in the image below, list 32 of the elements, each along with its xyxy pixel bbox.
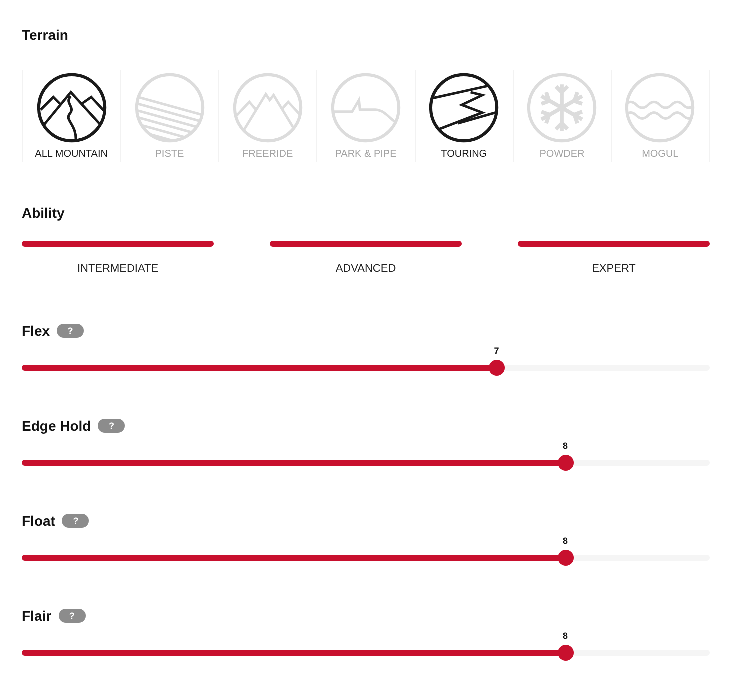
rating-label: Flex: [22, 323, 50, 339]
slider-track[interactable]: [22, 365, 710, 371]
slider-value: 7: [493, 346, 500, 356]
slider-thumb[interactable]: [558, 645, 574, 661]
slider-value: 8: [562, 536, 570, 546]
slider-value: 8: [562, 631, 570, 641]
ability-label: INTERMEDIATE: [77, 262, 159, 276]
help-button[interactable]: ?: [98, 419, 126, 433]
help-button[interactable]: ?: [62, 514, 90, 528]
mountain-trail-icon: [36, 73, 107, 143]
help-button[interactable]: ?: [57, 324, 84, 338]
waves-icon: [625, 73, 696, 143]
slider-thumb[interactable]: [558, 550, 574, 566]
halfpipe-icon: [330, 73, 401, 143]
section-heading: Ability: [22, 205, 66, 221]
mountain-peaks-icon: [232, 73, 303, 143]
diagonal-lines-icon: [134, 73, 205, 143]
slider-value: 8: [562, 441, 570, 451]
rating-label: Float: [22, 513, 56, 529]
slider-track[interactable]: [22, 555, 710, 561]
slider-track[interactable]: [22, 460, 710, 466]
ability-label: EXPERT: [592, 262, 636, 276]
slider-thumb[interactable]: [558, 455, 574, 471]
section-heading: Terrain: [22, 27, 70, 43]
slider-track[interactable]: [22, 650, 710, 656]
snowflake-icon: [527, 73, 598, 143]
slider-thumb[interactable]: [488, 360, 505, 376]
ability-label: ADVANCED: [336, 262, 396, 276]
help-button[interactable]: ?: [58, 609, 86, 623]
zigzag-icon: [429, 73, 500, 143]
rating-label: Flair: [22, 608, 52, 624]
rating-label: Edge Hold: [22, 418, 92, 434]
